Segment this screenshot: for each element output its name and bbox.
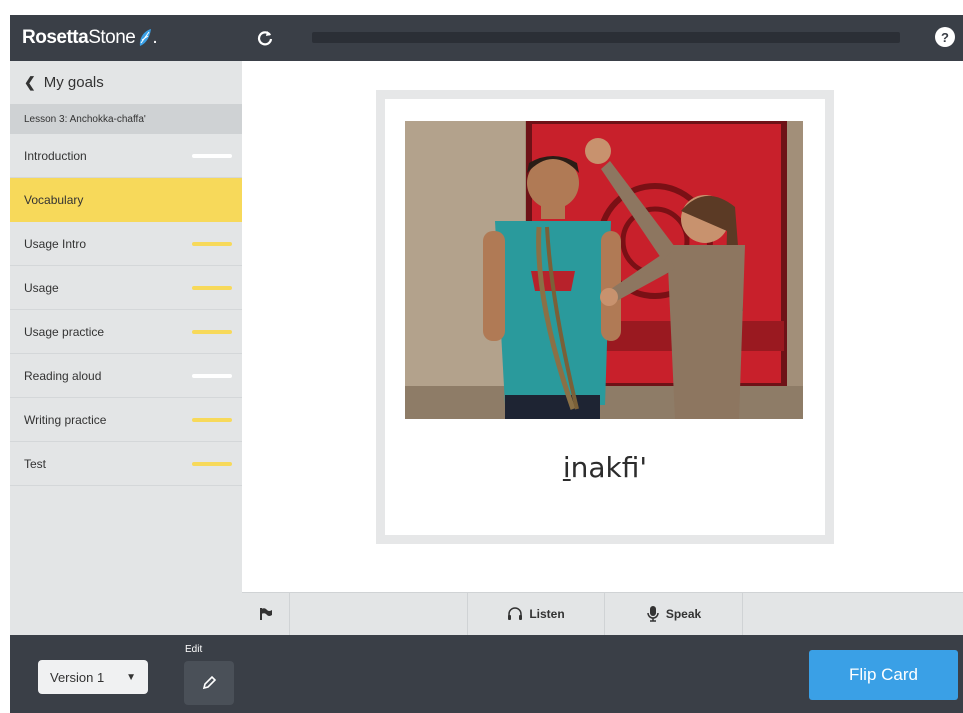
sidebar-item-label: Usage practice [24, 324, 105, 339]
action-bar: Listen Speak [242, 592, 963, 635]
sidebar-item-label: Usage [24, 280, 59, 295]
microphone-icon [647, 606, 659, 622]
word-underlined-letter: i [562, 451, 571, 484]
refresh-icon [257, 31, 273, 46]
refresh-button[interactable] [252, 25, 278, 51]
back-label: My goals [43, 74, 104, 91]
progress-bar [192, 153, 232, 158]
sidebar-item-usage-practice[interactable]: Usage practice [10, 310, 242, 354]
dropdown-arrow-icon: ▼ [126, 671, 136, 683]
vocabulary-photo [405, 121, 803, 419]
headphones-icon [508, 607, 523, 620]
lesson-title: Lesson 3: Anchokka-chaffa' [10, 104, 242, 134]
progress-bar [192, 285, 232, 290]
listen-button[interactable]: Listen [467, 593, 605, 635]
sidebar-item-reading-aloud[interactable]: Reading aloud [10, 354, 242, 398]
photo-illustration [405, 121, 803, 419]
sidebar-item-label: Writing practice [24, 412, 107, 427]
progress-bar [192, 241, 232, 246]
progress-bar [192, 329, 232, 334]
flag-icon [259, 608, 272, 620]
version-select[interactable]: Version 1 ▼ [38, 660, 148, 694]
sidebar-item-label: Test [24, 456, 47, 471]
progress-bar [192, 417, 232, 422]
sidebar-item-label: Reading aloud [24, 368, 102, 383]
sidebar-item-usage[interactable]: Usage [10, 266, 242, 310]
flash-card[interactable]: inakfi' [376, 90, 834, 544]
lesson-progress-bar [312, 32, 900, 43]
speak-button[interactable]: Speak [605, 593, 743, 635]
leaf-icon [140, 29, 152, 46]
app-window: Rosetta Stone . ❮ My goals Lesson 3: Anc… [10, 15, 963, 713]
sidebar-item-test[interactable]: Test [10, 442, 242, 486]
progress-bar [192, 373, 232, 378]
help-icon: ? [941, 29, 949, 45]
brand-logo: Rosetta Stone . [10, 15, 242, 61]
edit-label: Edit [185, 644, 203, 655]
sidebar: Rosetta Stone . ❮ My goals Lesson 3: Anc… [10, 15, 242, 635]
brand-dot: . [152, 27, 158, 48]
back-to-goals[interactable]: ❮ My goals [10, 61, 242, 104]
footer-bar: Version 1 ▼ Edit Flip Card [10, 635, 963, 713]
sidebar-item-usage-intro[interactable]: Usage Intro [10, 222, 242, 266]
brand-name-bold: Rosetta [22, 27, 89, 48]
sidebar-item-vocabulary[interactable]: Vocabulary [10, 178, 242, 222]
flag-button[interactable] [242, 593, 290, 635]
word-rest: nakfi' [570, 451, 648, 484]
edit-button[interactable] [184, 661, 234, 705]
help-button[interactable]: ? [935, 27, 955, 47]
sidebar-item-label: Usage Intro [24, 236, 87, 251]
brand-name-light: Stone [88, 27, 136, 48]
pencil-icon [202, 675, 217, 690]
sidebar-item-label: Vocabulary [24, 192, 84, 207]
chevron-left-icon: ❮ [24, 74, 36, 90]
listen-label: Listen [529, 607, 565, 621]
sidebar-item-writing-practice[interactable]: Writing practice [10, 398, 242, 442]
vocabulary-word: inakfi' [385, 451, 825, 484]
sidebar-item-label: Introduction [24, 148, 87, 163]
sidebar-item-introduction[interactable]: Introduction [10, 134, 242, 178]
progress-bar [192, 461, 232, 466]
top-bar: ? [242, 15, 963, 61]
version-value: Version 1 [50, 669, 105, 685]
speak-label: Speak [665, 607, 702, 621]
flip-card-button[interactable]: Flip Card [809, 650, 958, 700]
